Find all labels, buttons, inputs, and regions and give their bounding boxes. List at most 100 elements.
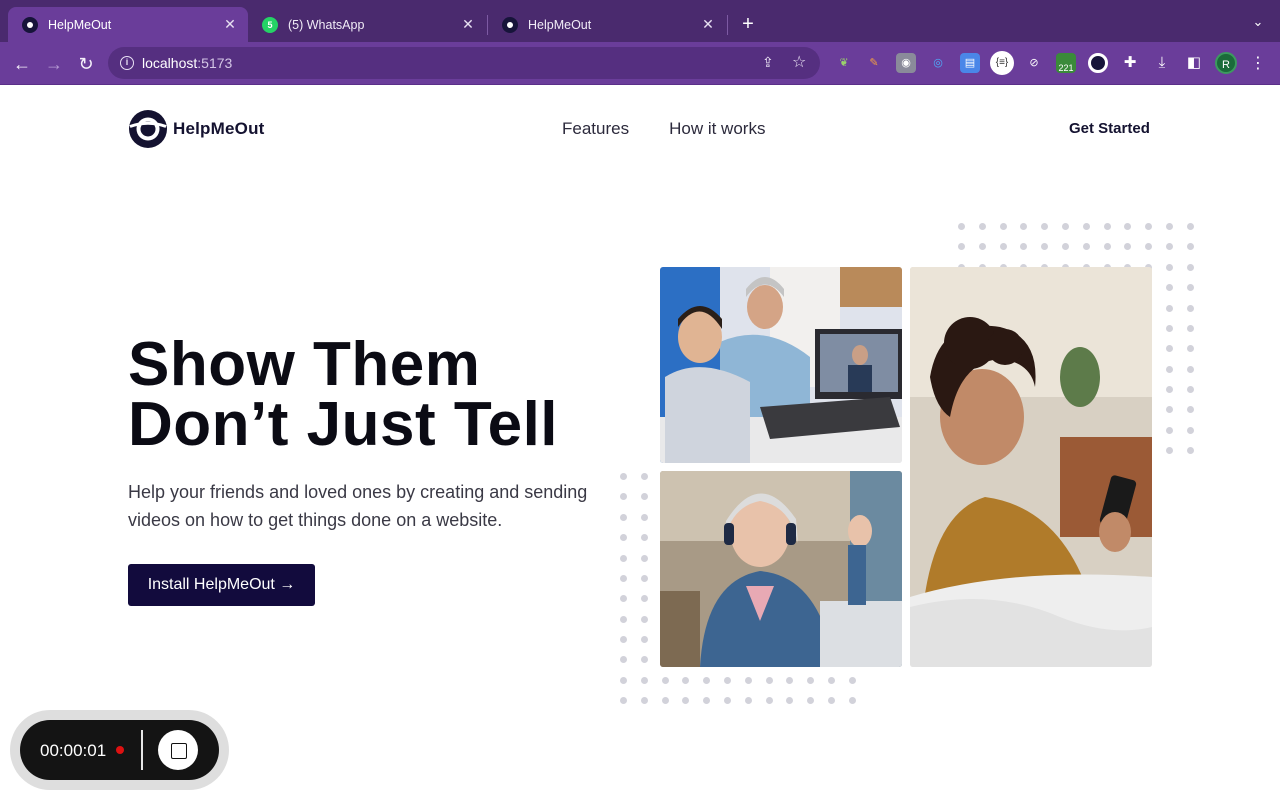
kebab-menu-icon[interactable]: ⋮ [1250, 53, 1266, 73]
decorative-dot [1020, 223, 1028, 230]
decorative-dot [765, 697, 773, 705]
decorative-dot [1186, 345, 1194, 353]
side-panel-icon[interactable]: ◧ [1184, 53, 1204, 73]
decorative-dot [807, 697, 815, 705]
page-content: HelpMeOut Features How it works Get Star… [0, 85, 1280, 800]
photo-teacher-and-child-laptop [660, 267, 902, 463]
close-icon[interactable]: ✕ [222, 16, 238, 33]
decorative-dot [682, 697, 690, 705]
decorative-dot [640, 656, 648, 664]
extension-helpmeout-icon[interactable] [1088, 53, 1108, 73]
nav-link-features[interactable]: Features [562, 119, 629, 139]
decorative-dot [1166, 284, 1173, 292]
hero-title: Show Them Don’t Just Tell [128, 334, 559, 459]
browser-toolbar: ← → ↻ i localhost:5173 ⇪ ☆ ❦ ✎ ◉ ◎ ▤ {≡}… [0, 42, 1280, 85]
hero-subtitle: Help your friends and loved ones by crea… [128, 482, 588, 530]
share-icon[interactable]: ⇪ [762, 54, 778, 72]
download-icon[interactable]: ⤓ [1152, 53, 1172, 73]
decorative-dot [1186, 284, 1194, 292]
close-icon[interactable]: ✕ [700, 16, 716, 33]
site-info-icon[interactable]: i [120, 56, 134, 70]
decorative-dot [724, 676, 731, 684]
tab-helpmeout-2[interactable]: HelpMeOut ✕ [488, 7, 726, 42]
nav-link-how-it-works[interactable]: How it works [669, 119, 765, 139]
new-tab-icon[interactable]: + [736, 12, 760, 36]
install-button[interactable]: Install HelpMeOut → [128, 564, 315, 606]
decorative-dot [640, 595, 648, 603]
site-logo[interactable]: HelpMeOut [128, 109, 265, 149]
decorative-dot [1041, 243, 1049, 251]
decorative-dot [1186, 324, 1194, 332]
tab-helpmeout-active[interactable]: HelpMeOut ✕ [8, 7, 248, 42]
extension-camera-icon[interactable]: ◉ [896, 53, 916, 73]
decorative-dot [620, 534, 627, 542]
hero-title-line-2: Don’t Just Tell [128, 390, 559, 459]
tab-whatsapp[interactable]: 5 (5) WhatsApp ✕ [248, 7, 486, 42]
extension-leaf-icon[interactable]: ❦ [834, 53, 854, 73]
recording-timer: 00:00:01 [40, 741, 107, 760]
photo-senior-woman-headphones [660, 471, 902, 667]
decorative-dot [640, 697, 648, 705]
stop-recording-button[interactable] [158, 730, 198, 770]
photo-young-woman-phone [910, 267, 1152, 667]
decorative-dot [765, 676, 773, 684]
extension-search-icon[interactable]: ⊘ [1024, 53, 1044, 73]
decorative-dot [1103, 223, 1111, 230]
decorative-dot [620, 574, 627, 582]
forward-arrow-icon[interactable]: → [41, 51, 67, 77]
decorative-dot [1186, 406, 1194, 414]
decorative-dot [1062, 223, 1069, 230]
decorative-dot [1062, 243, 1069, 251]
decorative-dot [620, 697, 627, 705]
decorative-dot [744, 676, 752, 684]
decorative-dot [703, 676, 711, 684]
decorative-dot [828, 697, 835, 705]
extension-json-icon[interactable]: {≡} [990, 51, 1014, 75]
recorder-divider [141, 730, 143, 770]
decorative-dot [1166, 365, 1173, 373]
extension-target-icon[interactable]: ◎ [928, 53, 948, 73]
extension-docs-icon[interactable]: ▤ [960, 53, 980, 73]
decorative-dot [1186, 263, 1194, 271]
browser-tab-bar: HelpMeOut ✕ 5 (5) WhatsApp ✕ HelpMeOut ✕… [0, 0, 1280, 42]
url-port: :5173 [197, 55, 233, 71]
decorative-dot [620, 493, 627, 501]
decorative-dot [640, 513, 648, 521]
decorative-dot [620, 473, 627, 480]
decorative-dot [640, 636, 648, 644]
decorative-dot [620, 595, 627, 603]
bookmark-star-icon[interactable]: ☆ [792, 52, 810, 72]
profile-avatar[interactable]: R [1215, 52, 1237, 74]
decorative-dot [1124, 243, 1132, 251]
logo-mark-icon [129, 110, 167, 148]
decorative-dot [620, 656, 627, 664]
back-arrow-icon[interactable]: ← [9, 51, 35, 77]
decorative-dot [1166, 406, 1173, 414]
tab-title: HelpMeOut [48, 17, 112, 32]
decorative-dot [1166, 223, 1173, 230]
decorative-dot [999, 243, 1007, 251]
whatsapp-icon: 5 [262, 16, 278, 33]
extension-pen-icon[interactable]: ✎ [864, 53, 884, 73]
decorative-dot [999, 223, 1007, 230]
decorative-dot [620, 554, 627, 562]
extensions-puzzle-icon[interactable]: ✚ [1120, 53, 1140, 73]
tab-title: HelpMeOut [528, 17, 592, 32]
decorative-dot [1124, 223, 1132, 230]
decorative-dot [1186, 426, 1194, 434]
decorative-dot [1186, 243, 1194, 251]
recording-indicator-icon [116, 746, 124, 754]
close-icon[interactable]: ✕ [460, 16, 476, 33]
reload-icon[interactable]: ↻ [73, 51, 99, 77]
extension-counter-icon[interactable]: 221 [1056, 53, 1076, 73]
decorative-dot [640, 615, 648, 623]
decorative-dot [978, 243, 986, 251]
address-bar[interactable]: i localhost:5173 ⇪ ☆ [108, 47, 820, 79]
decorative-dot [828, 676, 835, 684]
decorative-dot [848, 676, 856, 684]
helpmeout-favicon-icon [22, 16, 38, 33]
tab-divider [727, 15, 728, 35]
decorative-dot [1186, 365, 1194, 373]
get-started-link[interactable]: Get Started [1069, 120, 1150, 137]
tab-search-chevron-icon[interactable]: ⌄ [1248, 14, 1268, 34]
